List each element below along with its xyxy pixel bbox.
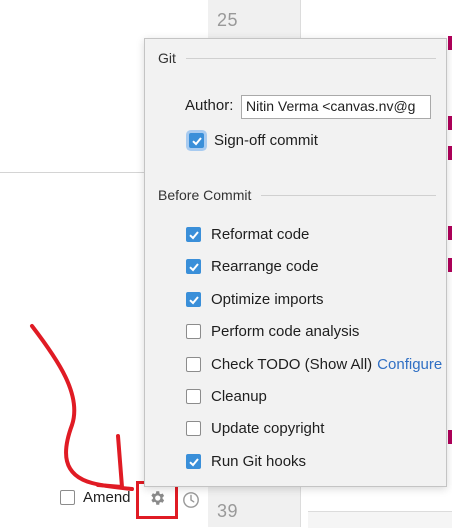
change-marker: [448, 116, 452, 130]
amend-checkbox[interactable]: [60, 490, 75, 505]
before-commit-option[interactable]: Cleanup: [186, 388, 267, 405]
before-commit-title: Before Commit: [158, 187, 252, 203]
option-checkbox[interactable]: [186, 227, 201, 242]
line-number: 25: [217, 10, 239, 30]
option-checkbox[interactable]: [186, 292, 201, 307]
option-label: Perform code analysis: [211, 323, 360, 340]
change-marker: [448, 36, 452, 50]
option-checkbox[interactable]: [186, 389, 201, 404]
option-label: Rearrange code: [211, 258, 319, 275]
before-commit-option[interactable]: Reformat code: [186, 226, 309, 243]
option-checkbox[interactable]: [186, 357, 201, 372]
change-marker: [448, 226, 452, 240]
before-commit-option[interactable]: Check TODO (Show All) Configure: [186, 356, 442, 373]
signoff-checkbox[interactable]: [189, 133, 204, 148]
option-label: Run Git hooks: [211, 453, 307, 470]
option-checkbox[interactable]: [186, 324, 201, 339]
change-marker: [448, 258, 452, 272]
gear-icon[interactable]: [148, 489, 166, 512]
before-commit-header: Before Commit: [158, 187, 436, 203]
amend-label: Amend: [83, 489, 131, 506]
before-commit-option[interactable]: Perform code analysis: [186, 323, 359, 340]
change-marker: [448, 146, 452, 160]
status-strip: [308, 511, 452, 528]
commit-options-popup: Git Author: Nitin Verma <canvas.nv@g Sig…: [144, 38, 447, 487]
author-input[interactable]: Nitin Verma <canvas.nv@g: [241, 95, 431, 119]
line-number: 39: [217, 501, 239, 521]
option-checkbox[interactable]: [186, 259, 201, 274]
before-commit-option[interactable]: Run Git hooks: [186, 453, 306, 470]
git-section-header: Git: [158, 50, 436, 66]
before-commit-option[interactable]: Optimize imports: [186, 291, 324, 308]
git-section-title: Git: [158, 50, 176, 66]
before-commit-option[interactable]: Update copyright: [186, 420, 324, 437]
option-checkbox[interactable]: [186, 421, 201, 436]
change-marker: [448, 430, 452, 444]
section-divider: [261, 194, 436, 196]
signoff-label: Sign-off commit: [214, 132, 318, 149]
clock-icon[interactable]: [182, 491, 200, 514]
option-label: Update copyright: [211, 420, 325, 437]
option-label: Check TODO (Show All): [211, 356, 373, 373]
signoff-commit-option[interactable]: Sign-off commit: [189, 132, 318, 149]
before-commit-option[interactable]: Rearrange code: [186, 258, 319, 275]
author-label: Author:: [185, 97, 234, 114]
amend-option[interactable]: Amend: [60, 489, 131, 506]
option-label: Reformat code: [211, 226, 310, 243]
option-label: Cleanup: [211, 388, 267, 405]
section-divider: [185, 57, 436, 59]
configure-link[interactable]: Configure: [377, 356, 442, 373]
option-checkbox[interactable]: [186, 454, 201, 469]
option-label: Optimize imports: [211, 291, 324, 308]
